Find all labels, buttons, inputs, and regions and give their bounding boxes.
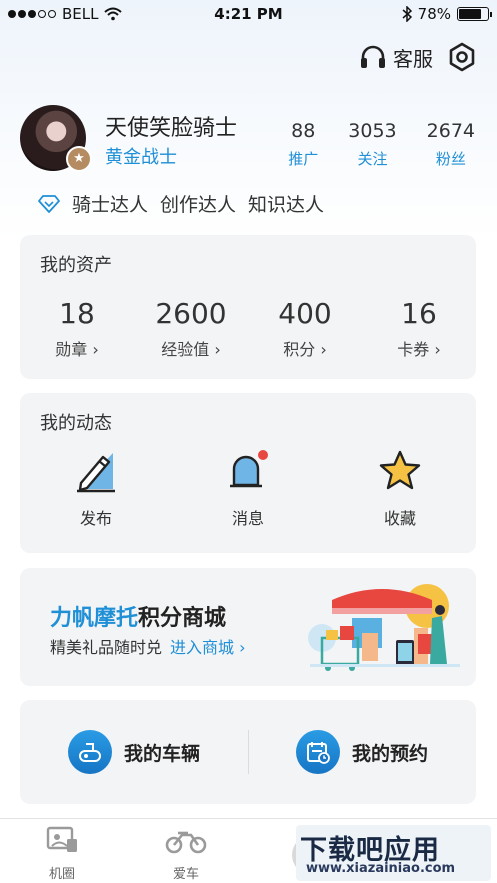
asset-label: 卡券 › xyxy=(397,340,441,359)
assets-card: 我的资产 18 勋章 › 2600 经验值 › 400 积分 › 16 卡券 › xyxy=(20,235,476,379)
stat-fans[interactable]: 2674 粉丝 xyxy=(427,120,475,169)
stat-following[interactable]: 3053 关注 xyxy=(348,120,396,169)
asset-points[interactable]: 400 积分 › xyxy=(248,297,362,360)
stat-value: 2674 xyxy=(426,120,475,142)
pencil-icon xyxy=(77,453,115,493)
asset-label: 勋章 › xyxy=(55,340,99,359)
vehicle-card: 我的车辆 我的预约 xyxy=(20,700,476,804)
publish-label: 发布 xyxy=(79,509,112,528)
unread-dot xyxy=(258,450,268,460)
asset-value: 400 xyxy=(278,297,332,330)
asset-label: 积分 › xyxy=(283,340,327,359)
tag: 骑士达人 xyxy=(72,194,149,216)
asset-value: 16 xyxy=(401,297,437,330)
stat-value: 88 xyxy=(291,120,316,142)
watermark-logo: 下载吧应用 www.xiazainiao.com xyxy=(296,825,491,881)
mall-subtitle-text: 精美礼品随时兑 xyxy=(50,638,163,657)
status-bar: BELL 4:21 PM 78% xyxy=(0,0,497,28)
tab-my-bike[interactable]: 爱车 xyxy=(146,825,226,882)
vehicle-icon xyxy=(67,730,112,774)
assets-title: 我的资产 xyxy=(40,255,112,276)
enter-mall-link[interactable]: 进入商城 › xyxy=(170,638,246,657)
stat-label: 推广 xyxy=(288,150,319,168)
diamond-icon xyxy=(38,194,60,213)
rank-badge-icon: ★ xyxy=(66,146,92,172)
stat-value: 3053 xyxy=(348,120,397,142)
dynamics-title: 我的动态 xyxy=(40,413,112,434)
my-vehicle-button[interactable]: 我的车辆 xyxy=(20,700,248,804)
asset-value: 18 xyxy=(59,297,95,330)
tab-moments[interactable]: 机圈 xyxy=(22,825,102,882)
mall-subtitle: 精美礼品随时兑 进入商城 › xyxy=(50,634,246,658)
asset-experience[interactable]: 2600 经验值 › xyxy=(134,297,248,360)
assets-row: 18 勋章 › 2600 经验值 › 400 积分 › 16 卡券 › xyxy=(20,297,476,360)
my-vehicle-label: 我的车辆 xyxy=(123,742,200,765)
mall-title: 力帆摩托积分商城 xyxy=(50,600,226,632)
tag: 创作达人 xyxy=(160,194,237,216)
star-icon xyxy=(379,450,421,490)
messages-button[interactable]: 消息 xyxy=(188,449,308,529)
asset-value: 2600 xyxy=(155,297,227,330)
watermark-url: www.xiazainiao.com xyxy=(306,861,456,876)
my-booking-button[interactable]: 我的预约 xyxy=(248,700,476,804)
profile-stats: 88 推广 3053 关注 2674 粉丝 xyxy=(288,120,475,169)
my-booking-label: 我的预约 xyxy=(351,742,428,765)
stat-label: 粉丝 xyxy=(435,150,466,168)
calendar-icon xyxy=(295,730,340,774)
motorcycle-icon xyxy=(165,831,207,854)
settings-hex-icon[interactable] xyxy=(447,42,477,72)
dynamics-row: 发布 消息 收藏 xyxy=(20,449,476,529)
headset-icon xyxy=(361,45,385,68)
user-rank: 黄金战士 xyxy=(105,147,177,168)
favorites-button[interactable]: 收藏 xyxy=(340,449,460,529)
tag: 知识达人 xyxy=(248,194,325,216)
mall-title-rest: 积分商城 xyxy=(138,606,227,631)
moments-icon xyxy=(46,826,77,852)
stat-label: 关注 xyxy=(357,150,388,168)
tab-label: 机圈 xyxy=(48,867,75,882)
battery-icon xyxy=(457,7,492,21)
status-right: 78% xyxy=(402,5,492,23)
stat-promote[interactable]: 88 推广 xyxy=(288,120,318,169)
points-mall-banner[interactable]: 力帆摩托积分商城 精美礼品随时兑 进入商城 › xyxy=(20,568,476,686)
battery-percent: 78% xyxy=(417,5,451,23)
asset-label: 经验值 › xyxy=(161,340,221,359)
mall-brand: 力帆摩托 xyxy=(50,606,139,631)
bluetooth-icon xyxy=(402,6,412,22)
customer-service-button[interactable]: 客服 xyxy=(359,43,433,72)
publish-button[interactable]: 发布 xyxy=(36,449,156,529)
username: 天使笑脸骑士 xyxy=(105,116,238,141)
tab-bar: 机圈 爱车 下载吧应用 www.xiazainiao.com xyxy=(0,818,497,883)
asset-medals[interactable]: 18 勋章 › xyxy=(20,297,134,360)
customer-service-label: 客服 xyxy=(393,46,433,71)
asset-coupons[interactable]: 16 卡券 › xyxy=(362,297,476,360)
user-tags: 骑士达人 创作达人 知识达人 xyxy=(38,190,324,217)
dynamics-card: 我的动态 发布 消息 收藏 xyxy=(20,393,476,553)
bell-icon xyxy=(230,450,268,488)
tab-label: 爱车 xyxy=(172,867,199,882)
top-actions: 客服 xyxy=(359,42,477,72)
shopping-illustration-icon xyxy=(308,584,460,671)
favorites-label: 收藏 xyxy=(383,509,416,528)
messages-label: 消息 xyxy=(231,509,264,528)
